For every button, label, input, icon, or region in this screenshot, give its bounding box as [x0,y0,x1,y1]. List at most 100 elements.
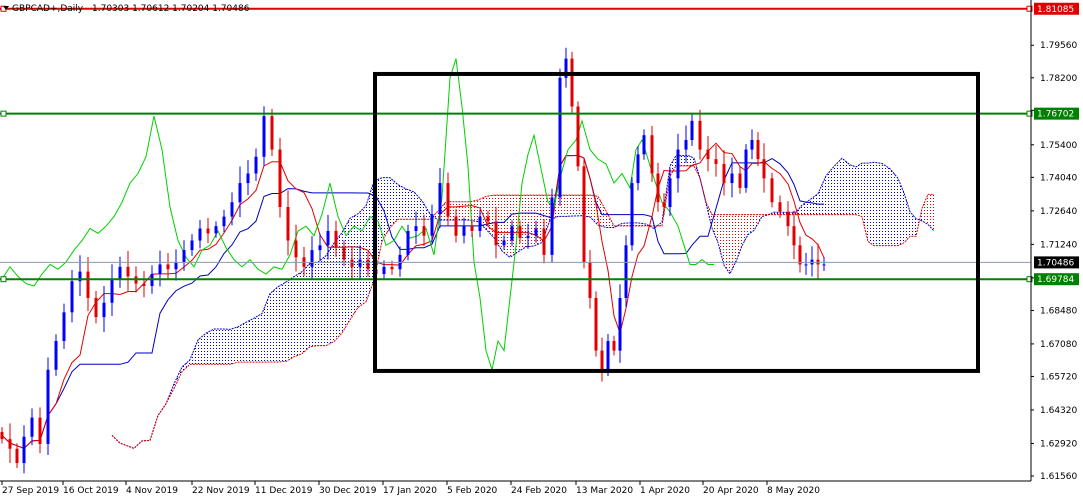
ohlc-label: 1.70303 1.70612 1.70204 1.70486 [92,4,250,14]
candle-body [223,217,226,227]
candle-body [715,159,718,164]
ichimoku-cloud-segment [574,195,582,216]
y-tick-label: 1.61560 [1040,472,1077,482]
candle-body [247,174,250,184]
ichimoku-cloud-segment [222,329,230,364]
x-tick-label: 8 May 2020 [767,486,820,496]
ichimoku-cloud-segment [302,263,310,354]
ichimoku-cloud-segment [462,202,470,220]
x-tick-label: 4 Nov 2019 [126,486,178,496]
ichimoku-cloud-segment [326,243,334,345]
candle-body [739,174,742,188]
ichimoku-cloud-segment [890,169,898,246]
ichimoku-cloud-segment [398,185,406,219]
ichimoku-cloud-segment [850,165,856,215]
candle-body [343,248,346,260]
candle-body [119,267,122,279]
candle-body [311,250,314,267]
candle-body [691,121,694,140]
candle-body [651,135,654,173]
candle-body [55,341,58,370]
candle-body [607,341,610,370]
candle-body [367,260,370,270]
candle-body [167,264,170,269]
candle-body [455,217,458,236]
candle-body [351,260,354,267]
candle-body [699,121,702,150]
ichimoku-cloud-segment [318,256,326,346]
level-handle-left[interactable] [1,277,6,282]
candle-body [625,245,628,298]
level-price-label: 1.81085 [1037,5,1074,15]
candle-body [183,250,186,262]
chart-root[interactable]: 1.795601.782001.754001.740401.726401.712… [0,0,1083,499]
symbol-label: GBPCAD+,Daily [12,4,84,14]
chart-svg[interactable]: 1.795601.782001.754001.740401.726401.712… [0,0,1083,499]
ichimoku-cloud-segment [214,329,222,364]
ichimoku-cloud-segment [882,163,890,245]
ichimoku-cloud-segment [724,215,730,274]
candle-body [511,226,514,240]
candle-body [439,183,442,214]
ichimoku-cloud-segment [358,206,366,308]
y-tick-label: 1.79560 [1040,41,1077,51]
candle-body [415,226,418,231]
x-tick-label: 27 Sep 2019 [2,486,59,496]
candle-body [595,298,598,351]
candle-body [519,226,522,238]
x-tick-label: 11 Dec 2019 [255,486,313,496]
candle-body [571,59,574,107]
candle-body [191,241,194,251]
y-tick-label: 1.64320 [1040,406,1077,416]
ichimoku-cloud-segment [246,318,254,362]
candle-body [487,217,490,222]
candle-body [31,418,34,437]
level-price-label: 1.76702 [1037,110,1074,120]
x-tick-label: 17 Jan 2020 [383,486,437,496]
candle-body [787,212,790,226]
candle-body [87,272,90,298]
candle-body [175,262,178,269]
candle-body [495,221,498,245]
y-tick-label: 1.75400 [1040,141,1077,151]
ichimoku-cloud-segment [270,287,278,362]
y-tick-label: 1.65720 [1040,372,1077,382]
candle-body [319,245,322,250]
candle-body [9,439,12,449]
candle-body [335,231,338,248]
ichimoku-cloud-segment [286,277,294,362]
candle-body [601,351,604,370]
candle-body [215,226,218,233]
level-handle-left[interactable] [1,111,6,116]
candle-body [71,281,74,312]
candle-body [431,214,434,236]
ichimoku-cloud-segment [502,195,510,257]
ichimoku-cloud-segment [856,163,862,217]
ichimoku-cloud-segment [526,195,534,247]
candle-body [779,202,782,212]
ichimoku-cloud-segment [334,233,342,342]
candle-body [271,116,274,150]
candle-body [143,284,146,286]
candle-body [95,298,98,317]
candle-body [423,226,426,236]
candle-body [255,157,258,174]
candle-body [279,150,282,207]
y-tick-label: 1.71240 [1040,240,1077,250]
candle-body [707,150,710,160]
ichimoku-cloud-segment [682,155,688,165]
candle-body [771,178,774,202]
candle-body [23,437,26,463]
candle-body [231,202,234,216]
ichimoku-cloud-segment [834,158,842,214]
y-tick-label: 1.62920 [1040,439,1077,449]
candle-body [637,154,640,183]
candle-body [751,140,754,150]
ichimoku-cloud-segment [278,282,286,362]
candle-body [503,241,506,246]
candle-body [391,267,394,269]
candle-body [327,231,330,245]
candle-body [199,229,202,241]
candle-body [685,140,688,150]
ichimoku-cloud-segment [406,189,414,219]
